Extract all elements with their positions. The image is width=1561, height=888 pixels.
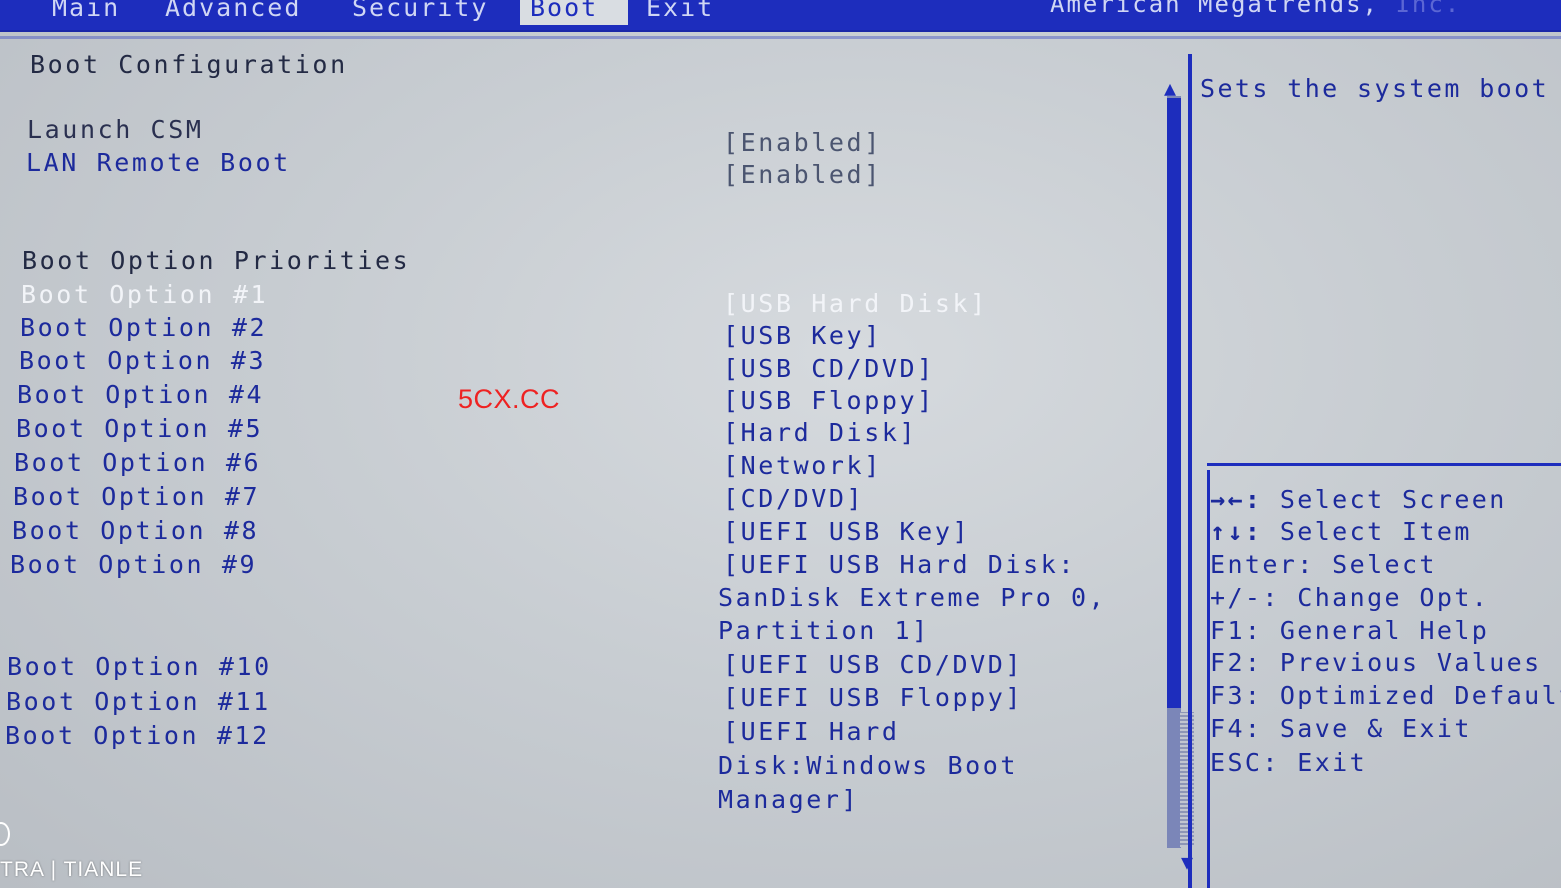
tab-security[interactable]: Security xyxy=(342,0,498,25)
boot-option-2-label[interactable]: Boot Option #2 xyxy=(20,313,267,342)
tab-main[interactable]: Main xyxy=(42,0,130,25)
key-hint-key: ESC: xyxy=(1210,748,1280,777)
boot-option-9-value-line-2[interactable]: SanDisk Extreme Pro 0, xyxy=(718,583,1106,612)
boot-option-7-value[interactable]: [CD/DVD] xyxy=(723,484,864,513)
boot-option-10-value[interactable]: [UEFI USB CD/DVD] xyxy=(723,650,1023,679)
boot-option-11-value[interactable]: [UEFI USB Floppy] xyxy=(723,683,1023,712)
boot-option-8-label[interactable]: Boot Option #8 xyxy=(12,516,259,545)
boot-option-12-label[interactable]: Boot Option #12 xyxy=(5,721,270,750)
key-hint-general-help: F1: General Help xyxy=(1210,616,1489,645)
copyright-suffix: Inc. xyxy=(1395,0,1462,18)
tab-exit[interactable]: Exit xyxy=(636,0,724,25)
key-hint-key: Enter: xyxy=(1210,550,1315,579)
boot-option-6-value[interactable]: [Network] xyxy=(723,451,882,480)
copyright-company: American Megatrends, xyxy=(1050,0,1379,18)
key-hint-action: Save & Exit xyxy=(1279,714,1472,743)
key-hint-action: Previous Values xyxy=(1279,648,1542,677)
help-description: Sets the system boot order xyxy=(1200,74,1561,103)
key-hint-action: Select xyxy=(1332,550,1437,579)
boot-option-9-value-line-1[interactable]: [UEFI USB Hard Disk: xyxy=(723,550,1076,579)
menu-underline xyxy=(0,36,1561,39)
key-hint-optimized-defaults: F3: Optimized Defaults xyxy=(1210,681,1561,710)
key-hint-key: F4: xyxy=(1210,714,1263,743)
key-hint-action: General Help xyxy=(1279,616,1490,645)
key-hint-select-screen: →←: Select Screen xyxy=(1210,485,1507,514)
watermark-text: 5CX.CC xyxy=(458,384,561,414)
boot-option-5-value[interactable]: [Hard Disk] xyxy=(723,418,917,447)
key-hint-enter: Enter: Select xyxy=(1210,550,1437,579)
key-hint-exit: ESC: Exit xyxy=(1210,748,1367,777)
help-divider xyxy=(1207,463,1561,466)
key-hint-save-exit: F4: Save & Exit xyxy=(1210,714,1472,743)
key-hint-key: F3: xyxy=(1210,681,1263,710)
boot-option-1-value[interactable]: [USB Hard Disk] xyxy=(723,289,988,318)
key-hint-select-item: ↑↓: Select Item xyxy=(1210,517,1472,546)
setting-launch-csm-value: [Enabled] xyxy=(723,128,882,157)
camera-circle-mark xyxy=(0,822,10,846)
arrow-up-down-icon: ↑↓: xyxy=(1210,517,1263,546)
panel-divider xyxy=(1188,54,1192,888)
scrollbar-thumb[interactable] xyxy=(1167,98,1181,708)
scroll-up-arrow-icon[interactable]: ▲ xyxy=(1164,78,1176,98)
key-hint-key: +/-: xyxy=(1210,583,1280,612)
boot-option-6-label[interactable]: Boot Option #6 xyxy=(14,448,261,477)
boot-option-9-value-line-3[interactable]: Partition 1] xyxy=(718,616,930,645)
boot-option-2-value[interactable]: [USB Key] xyxy=(723,321,882,350)
key-hint-key: F2: xyxy=(1210,648,1263,677)
boot-option-11-label[interactable]: Boot Option #11 xyxy=(6,687,271,716)
boot-option-4-value[interactable]: [USB Floppy] xyxy=(723,386,935,415)
bios-screen: Main Advanced Security Boot Exit America… xyxy=(0,0,1561,888)
setting-lan-remote-boot-label[interactable]: LAN Remote Boot xyxy=(26,148,291,177)
arrow-left-right-icon: →←: xyxy=(1210,485,1263,514)
boot-priorities-title: Boot Option Priorities xyxy=(22,246,411,275)
key-hint-previous-values: F2: Previous Values xyxy=(1210,648,1542,677)
setting-launch-csm-label[interactable]: Launch CSM xyxy=(27,115,204,144)
key-hint-change-opt: +/-: Change Opt. xyxy=(1210,583,1489,612)
boot-option-12-value-line-1[interactable]: [UEFI Hard xyxy=(723,717,900,746)
boot-option-12-value-line-2[interactable]: Disk:Windows Boot xyxy=(718,751,1018,780)
boot-option-10-label[interactable]: Boot Option #10 xyxy=(7,652,272,681)
key-hint-action: Select Item xyxy=(1279,517,1472,546)
key-hint-action: Exit xyxy=(1297,748,1368,777)
boot-option-5-label[interactable]: Boot Option #5 xyxy=(16,414,263,443)
key-hint-action: Change Opt. xyxy=(1297,583,1490,612)
key-hint-action: Select Screen xyxy=(1279,485,1507,514)
boot-option-12-value-line-3[interactable]: Manager] xyxy=(718,785,859,814)
copyright-text: American Megatrends, Inc. xyxy=(1050,0,1461,18)
boot-option-4-label[interactable]: Boot Option #4 xyxy=(17,380,264,409)
boot-option-8-value[interactable]: [UEFI USB Key] xyxy=(723,517,970,546)
tab-boot[interactable]: Boot xyxy=(520,0,628,25)
tab-advanced[interactable]: Advanced xyxy=(155,0,311,25)
boot-option-7-label[interactable]: Boot Option #7 xyxy=(13,482,260,511)
key-hint-key: F1: xyxy=(1210,616,1263,645)
section-title: Boot Configuration xyxy=(30,50,348,79)
menu-bar: Main Advanced Security Boot Exit America… xyxy=(0,0,1561,32)
boot-option-3-label[interactable]: Boot Option #3 xyxy=(19,346,266,375)
setting-lan-remote-boot-value: [Enabled] xyxy=(723,160,882,189)
boot-option-1-label[interactable]: Boot Option #1 xyxy=(21,280,268,309)
boot-option-9-label[interactable]: Boot Option #9 xyxy=(10,550,257,579)
key-hint-action: Optimized Defaults xyxy=(1279,681,1561,710)
camera-watermark: TRA | TIANLE xyxy=(0,858,144,881)
boot-option-3-value[interactable]: [USB CD/DVD] xyxy=(723,354,935,383)
